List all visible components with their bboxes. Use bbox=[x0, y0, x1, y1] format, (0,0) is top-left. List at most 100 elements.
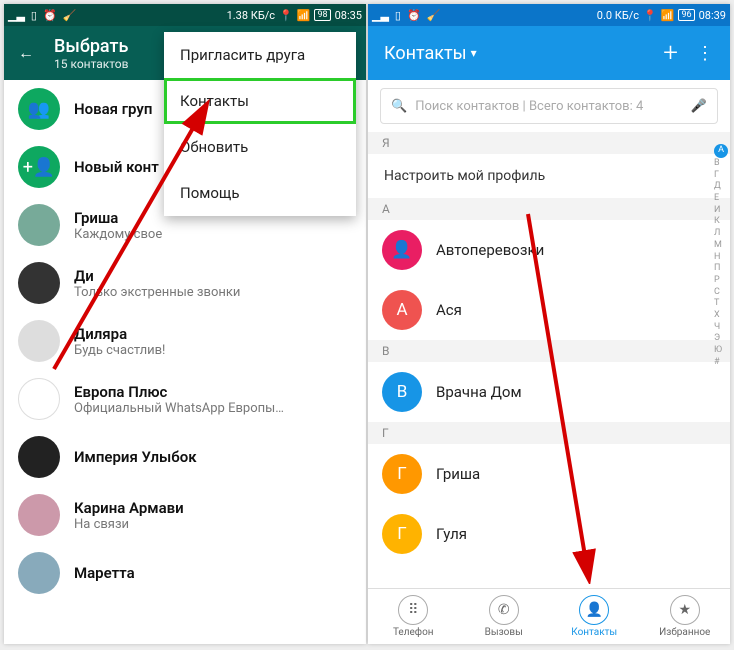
contact-row[interactable]: Г Гуля bbox=[368, 504, 730, 564]
more-icon[interactable]: ⋮ bbox=[696, 43, 714, 64]
contact-row[interactable]: В Врачна Дом bbox=[368, 362, 730, 422]
search-input[interactable]: 🔍 Поиск контактов | Всего контактов: 4 🎤 bbox=[380, 88, 718, 124]
setup-profile-row[interactable]: Настроить мой профиль bbox=[368, 154, 730, 198]
alpha-letter[interactable]: Х bbox=[714, 310, 728, 322]
dialpad-icon: ⠿ bbox=[398, 595, 428, 625]
star-icon: ★ bbox=[670, 595, 700, 625]
alpha-letter[interactable]: П bbox=[714, 263, 728, 275]
header-title: Выбрать bbox=[54, 36, 129, 57]
avatar: 👤 bbox=[382, 230, 422, 270]
menu-invite[interactable]: Пригласить друга bbox=[164, 32, 356, 78]
row-status: На связи bbox=[74, 517, 184, 532]
alpha-letter[interactable]: Е bbox=[714, 193, 728, 205]
search-placeholder: Поиск контактов | Всего контактов: 4 bbox=[415, 99, 683, 114]
alpha-letter[interactable]: # bbox=[714, 357, 728, 369]
mic-icon[interactable]: 🎤 bbox=[691, 99, 707, 114]
bottom-nav: ⠿ Телефон ✆ Вызовы 👤 Контакты ★ Избранно… bbox=[368, 588, 730, 644]
avatar bbox=[18, 204, 60, 246]
signal-icon: ▁▃ bbox=[372, 9, 389, 22]
menu-help[interactable]: Помощь bbox=[164, 170, 356, 216]
alpha-letter[interactable]: К bbox=[714, 216, 728, 228]
alpha-index[interactable]: А В Г Д Е И К Л М Н П Р С Т Х Ч Э Ю # bbox=[714, 144, 728, 368]
alpha-letter[interactable]: М bbox=[714, 240, 728, 252]
back-icon[interactable]: ← bbox=[18, 43, 34, 63]
net-speed: 1.38 КБ/с bbox=[227, 9, 275, 22]
add-contact-button[interactable]: + bbox=[663, 38, 678, 68]
alpha-letter[interactable]: Г bbox=[714, 170, 728, 182]
section-letter: В bbox=[368, 340, 730, 362]
phone-icon: ✆ bbox=[489, 595, 519, 625]
battery-level: 96 bbox=[678, 9, 694, 21]
contact-row[interactable]: ДиляраБудь счастлив! bbox=[4, 312, 366, 370]
row-status: Официальный WhatsApp Европы… bbox=[74, 401, 284, 416]
sim-icon: ▯ bbox=[31, 9, 37, 22]
sim-icon: ▯ bbox=[395, 9, 401, 22]
menu-refresh[interactable]: Обновить bbox=[164, 124, 356, 170]
brush-icon: 🧹 bbox=[427, 9, 441, 22]
row-name: Карина Армави bbox=[74, 499, 184, 517]
header-title[interactable]: Контакты bbox=[384, 43, 467, 64]
contact-row[interactable]: ДиТолько экстренные звонки bbox=[4, 254, 366, 312]
avatar bbox=[18, 262, 60, 304]
row-status: Будь счастлив! bbox=[74, 343, 165, 358]
contact-row[interactable]: А Ася bbox=[368, 280, 730, 340]
alpha-letter[interactable]: Р bbox=[714, 275, 728, 287]
row-name: Империя Улыбок bbox=[74, 448, 197, 466]
avatar: Г bbox=[382, 454, 422, 494]
net-speed: 0.0 КБ/с bbox=[597, 9, 639, 22]
overflow-menu: Пригласить друга Контакты Обновить Помощ… bbox=[164, 32, 356, 216]
nav-label: Контакты bbox=[571, 627, 617, 638]
contacts-header: Контакты ▾ + ⋮ bbox=[368, 26, 730, 80]
section-letter: Г bbox=[368, 422, 730, 444]
contact-row[interactable]: Г Гриша bbox=[368, 444, 730, 504]
clock: 08:39 bbox=[699, 9, 726, 22]
row-name: Гриша bbox=[74, 209, 162, 227]
nav-label: Телефон bbox=[393, 627, 434, 638]
alpha-letter[interactable]: Э bbox=[714, 333, 728, 345]
nav-calls[interactable]: ✆ Вызовы bbox=[459, 589, 550, 644]
alpha-letter[interactable]: И bbox=[714, 205, 728, 217]
contact-row[interactable]: Европа ПлюсОфициальный WhatsApp Европы… bbox=[4, 370, 366, 428]
row-name: Маретта bbox=[74, 564, 135, 582]
alpha-letter[interactable]: Л bbox=[714, 228, 728, 240]
alpha-letter[interactable]: Т bbox=[714, 298, 728, 310]
contact-name: Автоперевозки bbox=[436, 241, 544, 259]
contacts-app-screen: ▁▃ ▯ ⏰ 🧹 0.0 КБ/с 📍 📶 96 08:39 Контакты … bbox=[368, 4, 730, 644]
contact-name: Врачна Дом bbox=[436, 383, 522, 401]
contact-row[interactable]: Империя Улыбок bbox=[4, 428, 366, 486]
alpha-letter[interactable]: Н bbox=[714, 252, 728, 264]
avatar bbox=[18, 494, 60, 536]
alpha-letter[interactable]: В bbox=[714, 158, 728, 170]
contact-row[interactable]: Маретта bbox=[4, 544, 366, 602]
status-bar: ▁▃ ▯ ⏰ 🧹 1.38 КБ/с 📍 📶 98 08:35 bbox=[4, 4, 366, 26]
nav-favorites[interactable]: ★ Избранное bbox=[640, 589, 731, 644]
contact-row[interactable]: 👤 Автоперевозки bbox=[368, 220, 730, 280]
nav-phone[interactable]: ⠿ Телефон bbox=[368, 589, 459, 644]
header-subtitle: 15 контактов bbox=[54, 57, 129, 71]
whatsapp-screen: ▁▃ ▯ ⏰ 🧹 1.38 КБ/с 📍 📶 98 08:35 ← Выбрат… bbox=[4, 4, 366, 644]
section-letter: А bbox=[368, 198, 730, 220]
location-icon: 📍 bbox=[643, 9, 657, 22]
nav-contacts[interactable]: 👤 Контакты bbox=[549, 589, 640, 644]
alarm-icon: ⏰ bbox=[43, 9, 57, 22]
avatar: В bbox=[382, 372, 422, 412]
row-name: Ди bbox=[74, 267, 240, 285]
alpha-letter[interactable]: Ч bbox=[714, 322, 728, 334]
brush-icon: 🧹 bbox=[63, 9, 77, 22]
menu-contacts[interactable]: Контакты bbox=[164, 78, 356, 124]
nav-label: Избранное bbox=[659, 627, 710, 638]
avatar: Г bbox=[382, 514, 422, 554]
avatar: А bbox=[382, 290, 422, 330]
row-name: Новый конт bbox=[74, 158, 159, 176]
alpha-letter[interactable]: Ю bbox=[714, 345, 728, 357]
location-icon: 📍 bbox=[279, 9, 293, 22]
avatar bbox=[18, 436, 60, 478]
alpha-current: А bbox=[714, 144, 728, 158]
wifi-icon: 📶 bbox=[297, 9, 311, 22]
signal-icon: ▁▃ bbox=[8, 9, 25, 22]
contact-row[interactable]: Карина АрмавиНа связи bbox=[4, 486, 366, 544]
chevron-down-icon[interactable]: ▾ bbox=[471, 46, 477, 60]
alpha-letter[interactable]: С bbox=[714, 287, 728, 299]
alpha-letter[interactable]: Д bbox=[714, 181, 728, 193]
avatar bbox=[18, 320, 60, 362]
